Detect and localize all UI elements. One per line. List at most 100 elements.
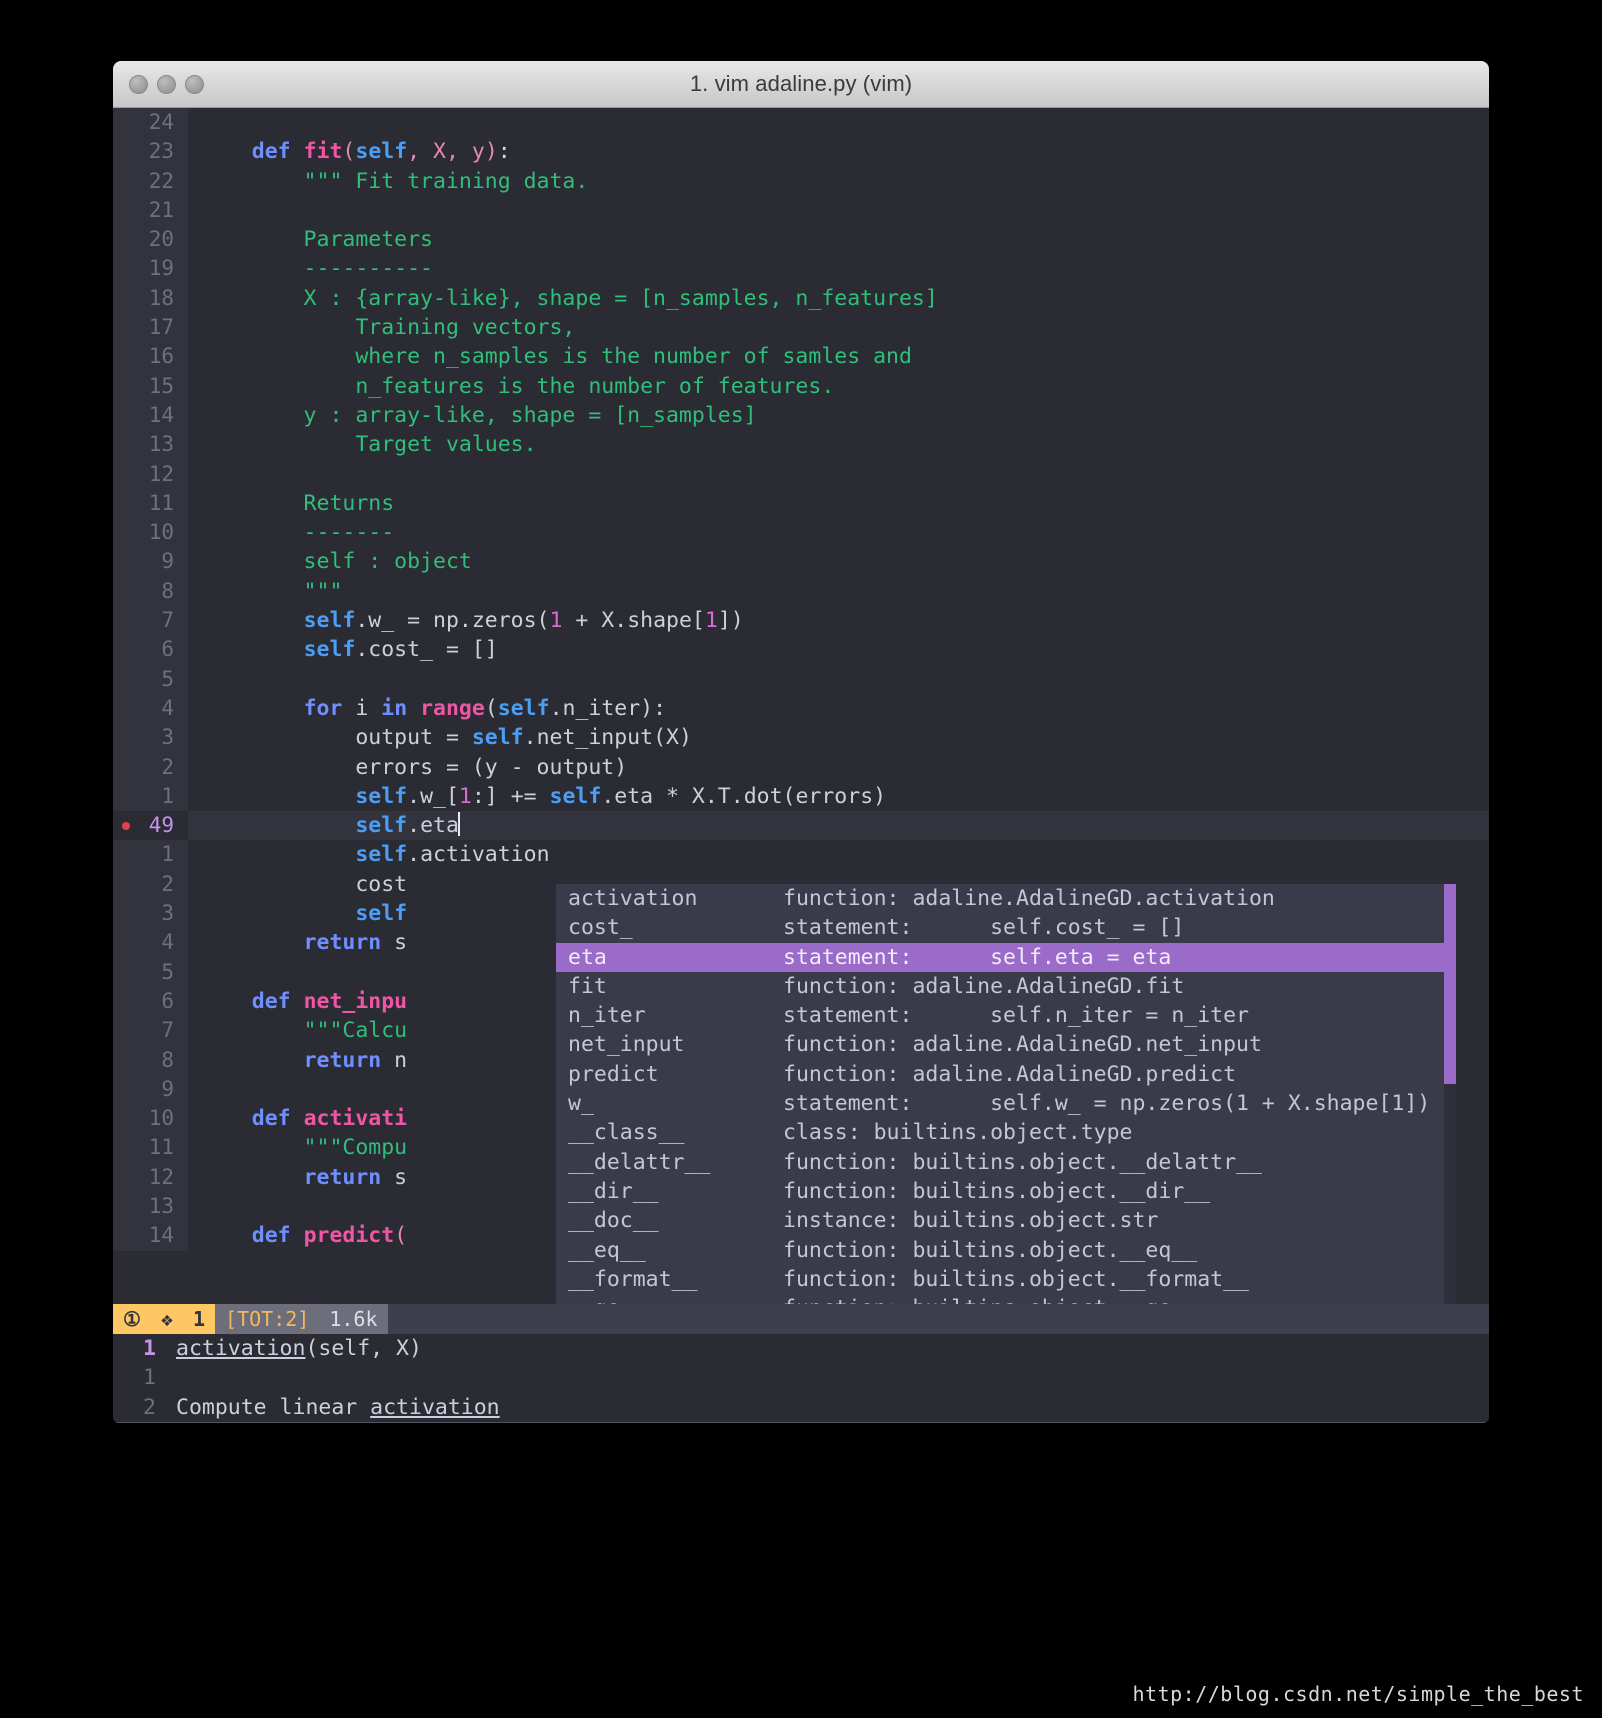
completion-item[interactable]: fit function: adaline.AdalineGD.fit bbox=[556, 972, 1456, 1001]
line-number: 12 bbox=[113, 459, 188, 489]
statusline-buffer-number: 1 bbox=[182, 1304, 216, 1334]
line-number: 2 bbox=[113, 752, 188, 782]
code-line: 5 bbox=[113, 664, 1489, 694]
line-number: 10 bbox=[113, 1104, 188, 1134]
completion-item-selected[interactable]: eta statement: self.eta = eta bbox=[556, 942, 1456, 972]
completion-word: net_input bbox=[568, 1032, 685, 1058]
code-line: 23 def fit(self, X, y): bbox=[113, 137, 1489, 167]
completion-info: class: builtins.object.type bbox=[783, 1120, 1133, 1146]
code-line: 24 bbox=[113, 108, 1489, 138]
line-number: 6 bbox=[113, 635, 188, 665]
line-number: 7 bbox=[113, 606, 188, 636]
line-content bbox=[188, 108, 1489, 137]
window-controls[interactable] bbox=[129, 61, 204, 107]
completion-word: n_iter bbox=[568, 1003, 646, 1029]
completion-word: __format__ bbox=[568, 1266, 698, 1292]
preview-window: 1 activation(self, X) 1 2 Compute linear a… bbox=[113, 1334, 1489, 1423]
line-content bbox=[188, 196, 1489, 225]
completion-word: eta bbox=[568, 944, 607, 970]
code-line: 22 """ Fit training data. bbox=[113, 166, 1489, 196]
code-line: 1 self.w_[1:] += self.eta * X.T.dot(erro… bbox=[113, 781, 1489, 812]
completion-word: __delattr__ bbox=[568, 1149, 711, 1175]
code-line: 19 ---------- bbox=[113, 254, 1489, 284]
popup-scrollbar-thumb[interactable] bbox=[1444, 884, 1456, 1084]
completion-item[interactable]: __eq__ function: builtins.object.__eq__ bbox=[556, 1236, 1456, 1265]
completion-item[interactable]: predict function: adaline.AdalineGD.predi… bbox=[556, 1060, 1456, 1089]
line-content: """ bbox=[200, 578, 343, 604]
statusline-total: [TOT:2] bbox=[215, 1304, 320, 1334]
line-content: where n_samples is the number of samles … bbox=[200, 344, 912, 370]
code-line: 6 self.cost_ = [] bbox=[113, 635, 1489, 665]
line-content: """ Fit training data. bbox=[200, 168, 589, 194]
line-number: 16 bbox=[113, 342, 188, 372]
code-line: 10 ------- bbox=[113, 518, 1489, 548]
line-number: 8 bbox=[113, 576, 188, 607]
completion-item[interactable]: __delattr__ function: builtins.object.__d… bbox=[556, 1148, 1456, 1177]
line-content: Parameters bbox=[200, 227, 433, 253]
line-content: Target values. bbox=[200, 432, 537, 458]
completion-item[interactable]: __class__ class: builtins.object.type bbox=[556, 1118, 1456, 1147]
line-number: 17 bbox=[113, 313, 188, 343]
completion-info: function: builtins.object.__delattr__ bbox=[783, 1149, 1262, 1175]
popup-scrollbar-track[interactable] bbox=[1444, 884, 1456, 1304]
window-titlebar: 1. vim adaline.py (vim) bbox=[113, 61, 1489, 108]
completion-item[interactable]: n_iter statement: self.n_iter = n_iter bbox=[556, 1001, 1456, 1030]
zoom-button[interactable] bbox=[185, 74, 204, 94]
statusline-filler bbox=[387, 1304, 1489, 1334]
completion-item[interactable]: __ge__function: builtins.object.__ge__ bbox=[556, 1294, 1456, 1304]
code-line-current[interactable]: 49 self.eta bbox=[113, 811, 1489, 841]
completion-info: function: builtins.object.__ge__ bbox=[783, 1294, 1456, 1304]
vim-terminal-window: 1. vim adaline.py (vim) 24 23 def fit(se… bbox=[113, 61, 1489, 1423]
modified-marker-icon bbox=[122, 822, 130, 831]
completion-info: function: builtins.object.__eq__ bbox=[783, 1237, 1198, 1263]
code-line: 8 """ bbox=[113, 576, 1489, 607]
line-number: 5 bbox=[113, 957, 188, 987]
completion-info: statement: self.n_iter = n_iter bbox=[783, 1003, 1249, 1029]
completion-item[interactable]: net_input function: adaline.AdalineGD.net… bbox=[556, 1030, 1456, 1059]
line-content bbox=[188, 460, 1489, 489]
preview-line-number: 1 bbox=[143, 1336, 156, 1361]
statusline-preview: ② ❖ 2 [TOT:2] [-] unix | utf-8 | 1:1 Top bbox=[113, 1422, 1489, 1423]
preview-line: 2 Compute linear activation bbox=[113, 1393, 1489, 1422]
completion-item[interactable]: __dir__ function: builtins.object.__dir__ bbox=[556, 1177, 1456, 1206]
completion-item[interactable]: __doc__ instance: builtins.object.str bbox=[556, 1206, 1456, 1235]
completion-word: activation bbox=[568, 886, 698, 911]
statusline-window-number: ① bbox=[113, 1304, 151, 1334]
completion-item[interactable]: __format__ function: builtins.object.__fo… bbox=[556, 1265, 1456, 1294]
code-line: 21 bbox=[113, 195, 1489, 226]
line-number: 1 bbox=[113, 781, 188, 812]
minimize-button[interactable] bbox=[157, 74, 176, 94]
completion-word: w_ bbox=[568, 1091, 594, 1117]
line-content: self.w_ = np.zeros(1 + X.shape[1]) bbox=[303, 608, 744, 634]
preview-line: 1 bbox=[113, 1363, 1489, 1392]
line-content: self.activation bbox=[355, 842, 550, 868]
completion-item[interactable]: cost_ statement: self.cost_ = [] bbox=[556, 913, 1456, 942]
completion-item[interactable]: w_ statement: self.w_ = np.zeros(1 + X.sh… bbox=[556, 1089, 1456, 1118]
line-number: 11 bbox=[113, 1133, 188, 1163]
line-number: 14 bbox=[113, 400, 188, 431]
preview-line: 1 activation(self, X) bbox=[113, 1334, 1489, 1363]
vim-editor-area[interactable]: 24 23 def fit(self, X, y): 22 """ Fit tr… bbox=[113, 108, 1489, 1423]
line-number: 6 bbox=[113, 986, 188, 1017]
line-number: 13 bbox=[113, 430, 188, 460]
completion-info: function: adaline.AdalineGD.net_input bbox=[783, 1032, 1262, 1058]
code-line: 17 Training vectors, bbox=[113, 313, 1489, 343]
line-number: 4 bbox=[113, 928, 188, 958]
completion-info: function: builtins.object.__dir__ bbox=[783, 1178, 1211, 1204]
line-number: 24 bbox=[113, 108, 188, 138]
code-line: 16 where n_samples is the number of saml… bbox=[113, 342, 1489, 372]
line-content: def fit(self, X, y): bbox=[251, 139, 511, 165]
code-line: 7 self.w_ = np.zeros(1 + X.shape[1]) bbox=[113, 606, 1489, 636]
code-line: 2 errors = (y - output) bbox=[113, 752, 1489, 782]
line-number: 19 bbox=[113, 254, 188, 284]
line-number: 20 bbox=[113, 225, 188, 255]
statusline-filesize: 1.6k bbox=[319, 1304, 388, 1334]
autocomplete-popup[interactable]: activation function: adaline.AdalineGD.ac… bbox=[556, 884, 1456, 1304]
preview-line-content: Compute linear activation bbox=[176, 1394, 500, 1420]
completion-word: predict bbox=[568, 1061, 659, 1087]
line-content: errors = (y - output) bbox=[355, 754, 628, 780]
close-button[interactable] bbox=[129, 74, 148, 94]
completion-item[interactable]: activation function: adaline.AdalineGD.ac… bbox=[556, 884, 1456, 913]
completion-info: function: adaline.AdalineGD.fit bbox=[783, 973, 1185, 999]
completion-info: function: adaline.AdalineGD.activation bbox=[783, 886, 1275, 911]
